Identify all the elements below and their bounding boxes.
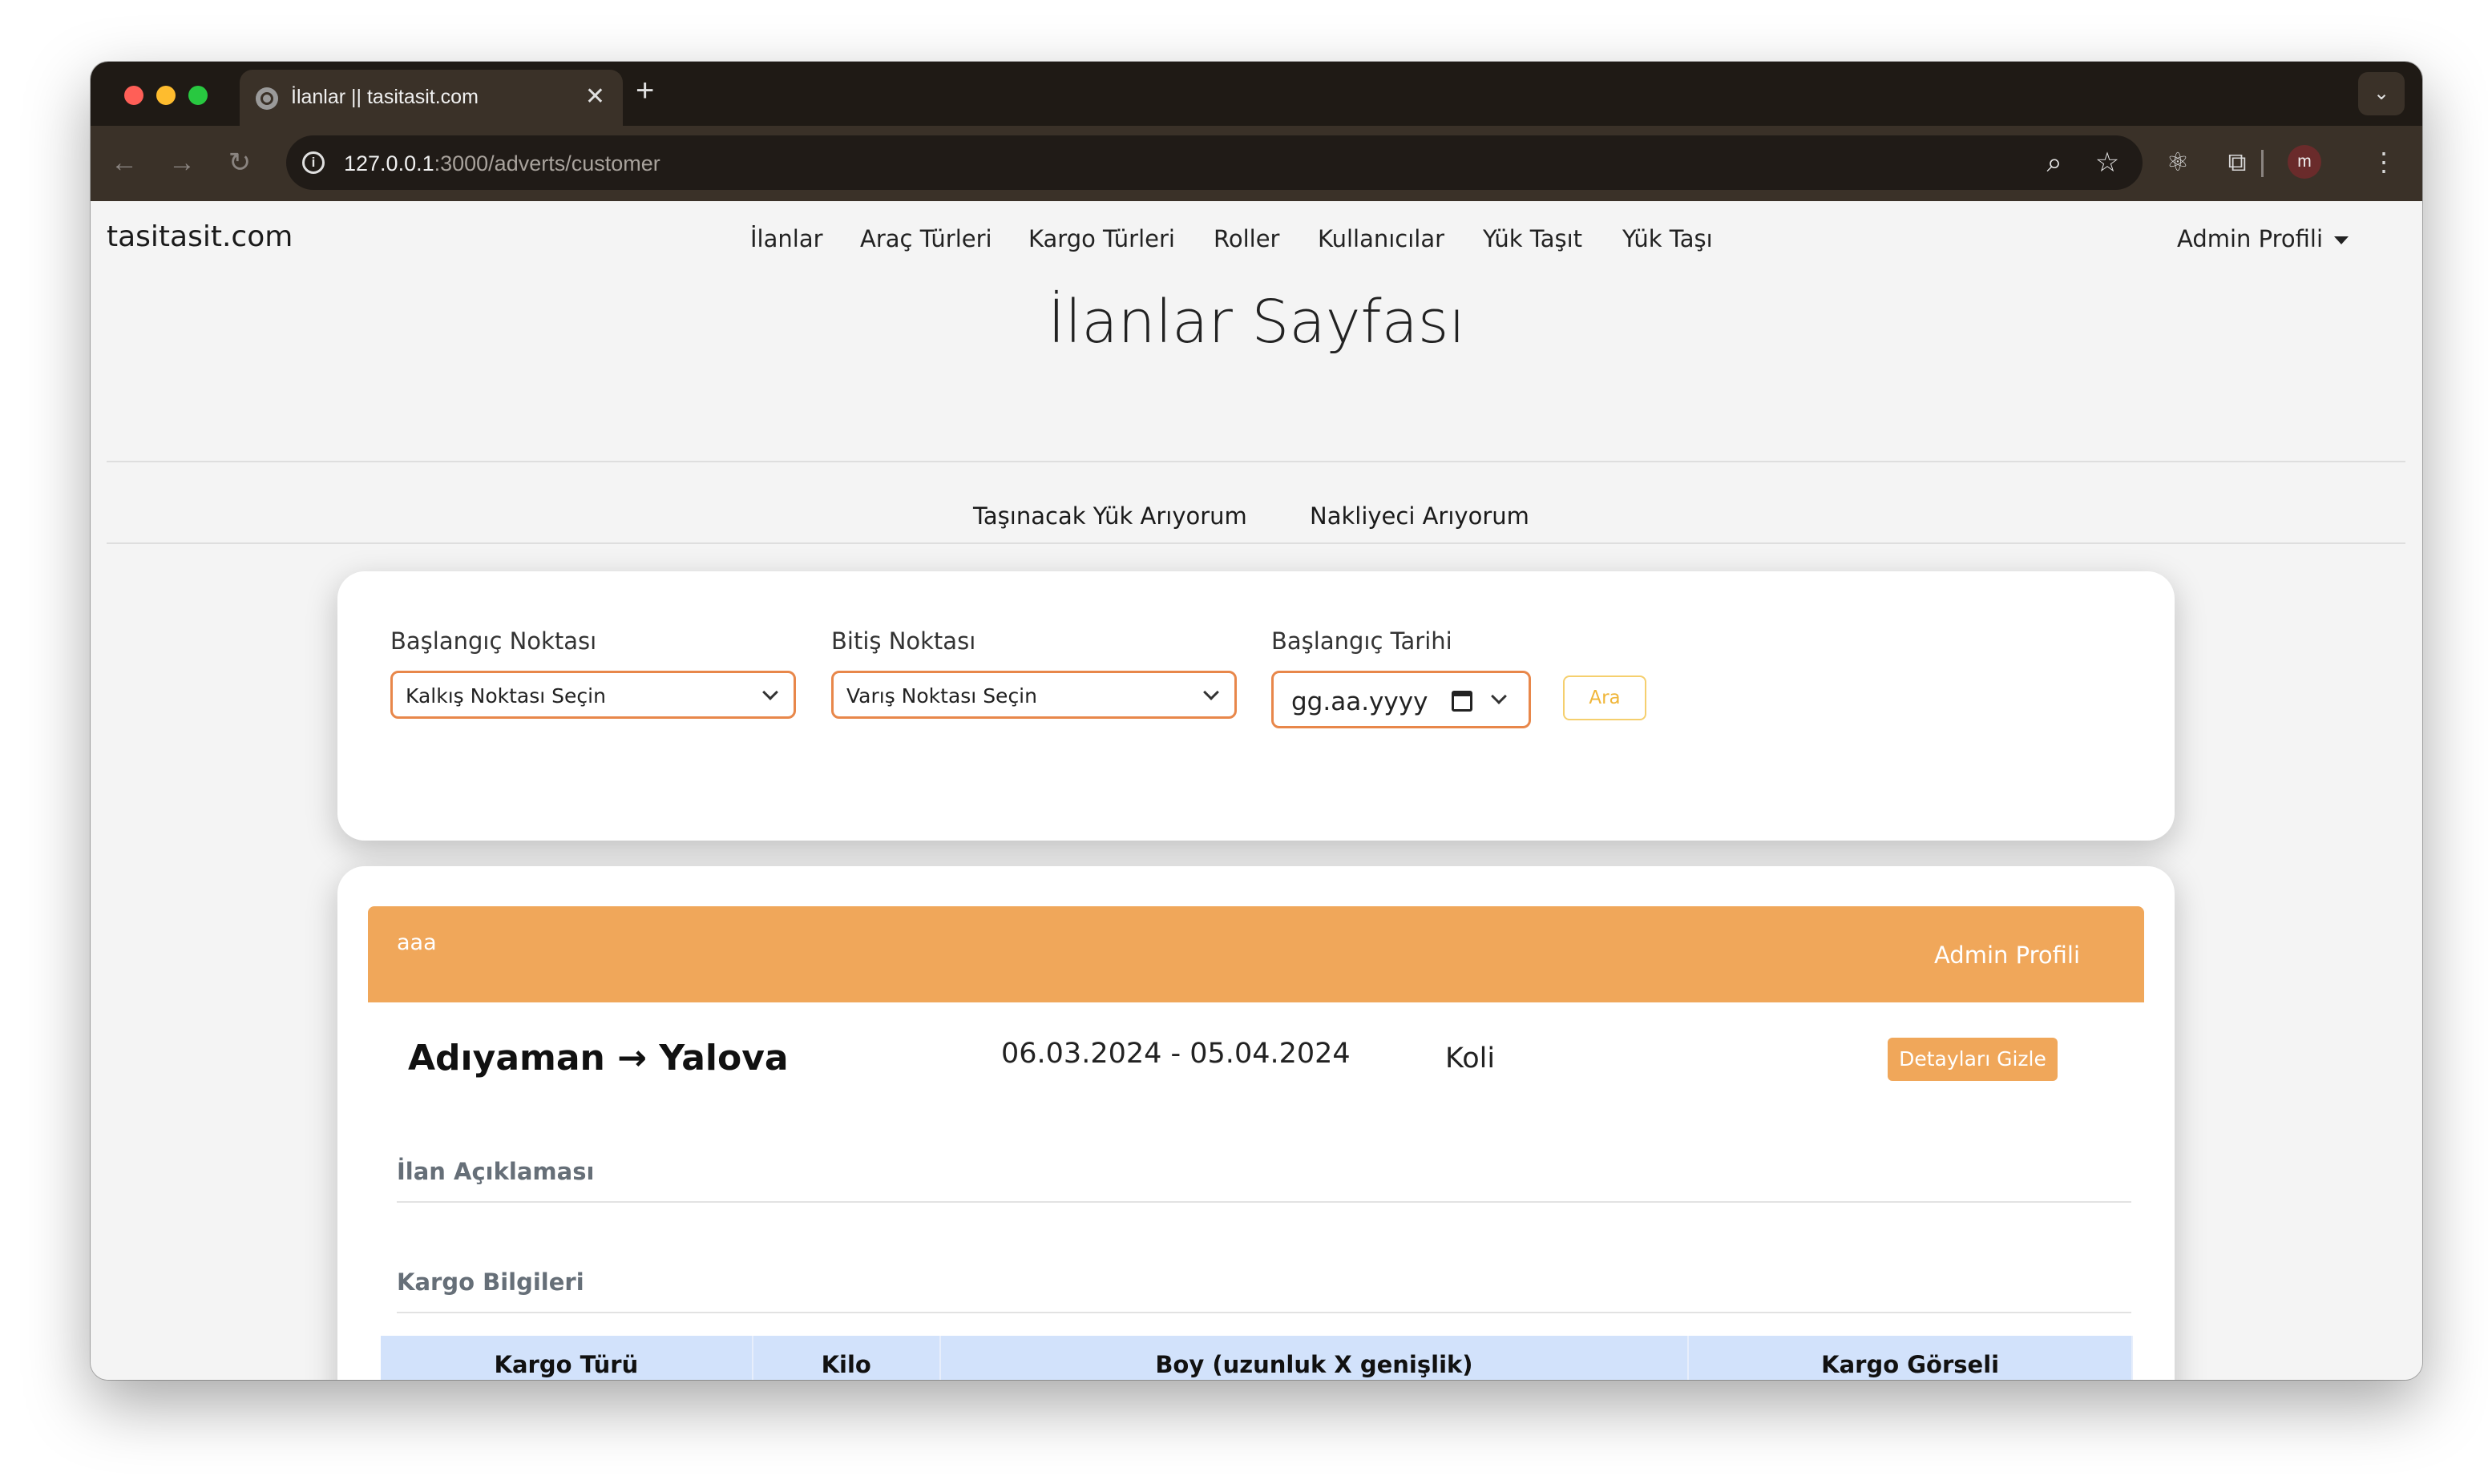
bookmark-star-icon[interactable]: ☆ xyxy=(2091,147,2123,179)
nav-link-roller[interactable]: Roller xyxy=(1214,225,1279,252)
page-title: İlanlar Sayfası xyxy=(1047,288,1466,357)
calendar-icon[interactable] xyxy=(1452,691,1472,712)
tab-search-button[interactable]: ⌄ xyxy=(2358,72,2405,115)
tab-title: İlanlar || tasitasit.com xyxy=(291,86,479,108)
url-path: :3000/adverts/customer xyxy=(434,151,660,175)
description-divider xyxy=(397,1201,2131,1203)
cargo-info-title: Kargo Bilgileri xyxy=(397,1268,584,1296)
react-devtools-icon[interactable]: ⚛ xyxy=(2161,145,2195,179)
hide-details-button[interactable]: Detayları Gizle xyxy=(1888,1038,2058,1081)
more-menu-icon[interactable]: ⋮ xyxy=(2367,145,2401,179)
globe-icon xyxy=(256,87,278,110)
date-placeholder: gg.aa.yyyy xyxy=(1291,688,1428,716)
reload-icon[interactable]: ↻ xyxy=(224,147,256,179)
advert-route: Adıyaman → Yalova xyxy=(408,1038,789,1079)
search-button[interactable]: Ara xyxy=(1563,675,1646,720)
extensions-icon[interactable]: ⧉ xyxy=(2220,145,2254,179)
address-bar[interactable]: i 127.0.0.1:3000/adverts/customer ⌕ ☆ xyxy=(286,135,2143,190)
advert-header: aaa Admin Profili xyxy=(368,906,2144,1002)
new-tab-button[interactable]: + xyxy=(636,75,654,107)
advert-body: Adıyaman → Yalova 06.03.2024 - 05.04.202… xyxy=(368,1002,2144,1380)
admin-profile-label: Admin Profili xyxy=(2177,225,2324,252)
browser-toolbar: ← → ↻ i 127.0.0.1:3000/adverts/customer … xyxy=(91,126,2422,201)
nav-link-yuk-tasit[interactable]: Yük Taşıt xyxy=(1483,225,1582,252)
maximize-window-button[interactable] xyxy=(188,86,208,105)
start-point-label: Başlangıç Noktası xyxy=(390,627,597,655)
chevron-down-icon xyxy=(1203,684,1219,700)
nav-link-kargo-turleri[interactable]: Kargo Türleri xyxy=(1028,225,1175,252)
subtab-divider xyxy=(107,542,2405,544)
advert-card: aaa Admin Profili Adıyaman → Yalova 06.0… xyxy=(337,866,2175,1380)
col-boy: Boy (uzunluk X genişlik) xyxy=(939,1336,1690,1380)
table-header-row: Kargo Türü Kilo Boy (uzunluk X genişlik)… xyxy=(381,1336,2133,1380)
col-kargo-gorseli: Kargo Görseli xyxy=(1688,1336,2133,1380)
cargo-info-divider xyxy=(397,1312,2131,1313)
filter-card: Başlangıç Noktası Kalkış Noktası Seçin B… xyxy=(337,571,2175,841)
chevron-down-icon: ⌄ xyxy=(2373,83,2390,104)
advert-cargo-type: Koli xyxy=(1445,1042,1496,1075)
main-nav: İlanlar Araç Türleri Kargo Türleri Rolle… xyxy=(91,225,2422,265)
end-point-label: Bitiş Noktası xyxy=(831,627,976,655)
url-host: 127.0.0.1 xyxy=(344,151,434,175)
toolbar-divider xyxy=(2261,150,2264,177)
end-point-value: Varış Noktası Seçin xyxy=(846,684,1037,708)
admin-profile-dropdown[interactable]: Admin Profili xyxy=(2177,225,2349,252)
caret-down-icon xyxy=(2334,236,2349,244)
back-arrow-icon[interactable]: ← xyxy=(108,147,140,179)
profile-avatar[interactable]: m xyxy=(2288,145,2321,179)
start-point-value: Kalkış Noktası Seçin xyxy=(406,684,606,708)
col-kilo: Kilo xyxy=(752,1336,941,1380)
end-point-select[interactable]: Varış Noktası Seçin xyxy=(831,671,1237,719)
chevron-down-icon[interactable] xyxy=(1491,688,1507,704)
description-title: İlan Açıklaması xyxy=(397,1158,595,1185)
tab-close-icon[interactable]: ✕ xyxy=(585,83,605,111)
start-date-input[interactable]: gg.aa.yyyy xyxy=(1271,671,1531,728)
close-window-button[interactable] xyxy=(124,86,143,105)
zoom-icon[interactable]: ⌕ xyxy=(2038,147,2070,179)
nav-link-yuk-tasi[interactable]: Yük Taşı xyxy=(1622,225,1713,252)
title-divider xyxy=(107,461,2405,462)
url-text[interactable]: 127.0.0.1:3000/adverts/customer xyxy=(344,151,660,176)
start-date-label: Başlangıç Tarihi xyxy=(1271,627,1452,655)
site-info-icon[interactable]: i xyxy=(302,151,325,174)
browser-tab[interactable]: İlanlar || tasitasit.com ✕ xyxy=(240,70,623,126)
advert-dates: 06.03.2024 - 05.04.2024 xyxy=(1001,1038,1351,1070)
advert-code: aaa xyxy=(397,930,437,955)
start-point-select[interactable]: Kalkış Noktası Seçin xyxy=(390,671,796,719)
page-content: tasitasit.com İlanlar Araç Türleri Kargo… xyxy=(91,201,2422,1380)
tab-nakliyeci[interactable]: Nakliyeci Arıyorum xyxy=(1310,502,1529,530)
minimize-window-button[interactable] xyxy=(156,86,176,105)
chevron-down-icon xyxy=(762,684,778,700)
nav-link-ilanlar[interactable]: İlanlar xyxy=(750,225,823,252)
col-kargo-turu: Kargo Türü xyxy=(381,1336,753,1380)
nav-link-arac-turleri[interactable]: Araç Türleri xyxy=(860,225,992,252)
cargo-table: Kargo Türü Kilo Boy (uzunluk X genişlik)… xyxy=(381,1336,2133,1380)
tab-strip: İlanlar || tasitasit.com ✕ + ⌄ xyxy=(91,62,2422,126)
advert-owner: Admin Profili xyxy=(1933,942,2080,969)
browser-window: İlanlar || tasitasit.com ✕ + ⌄ ← → ↻ i 1… xyxy=(91,62,2422,1380)
forward-arrow-icon[interactable]: → xyxy=(166,147,198,179)
tab-tasinacak-yuk[interactable]: Taşınacak Yük Arıyorum xyxy=(973,502,1247,530)
nav-link-kullanicilar[interactable]: Kullanıcılar xyxy=(1318,225,1444,252)
